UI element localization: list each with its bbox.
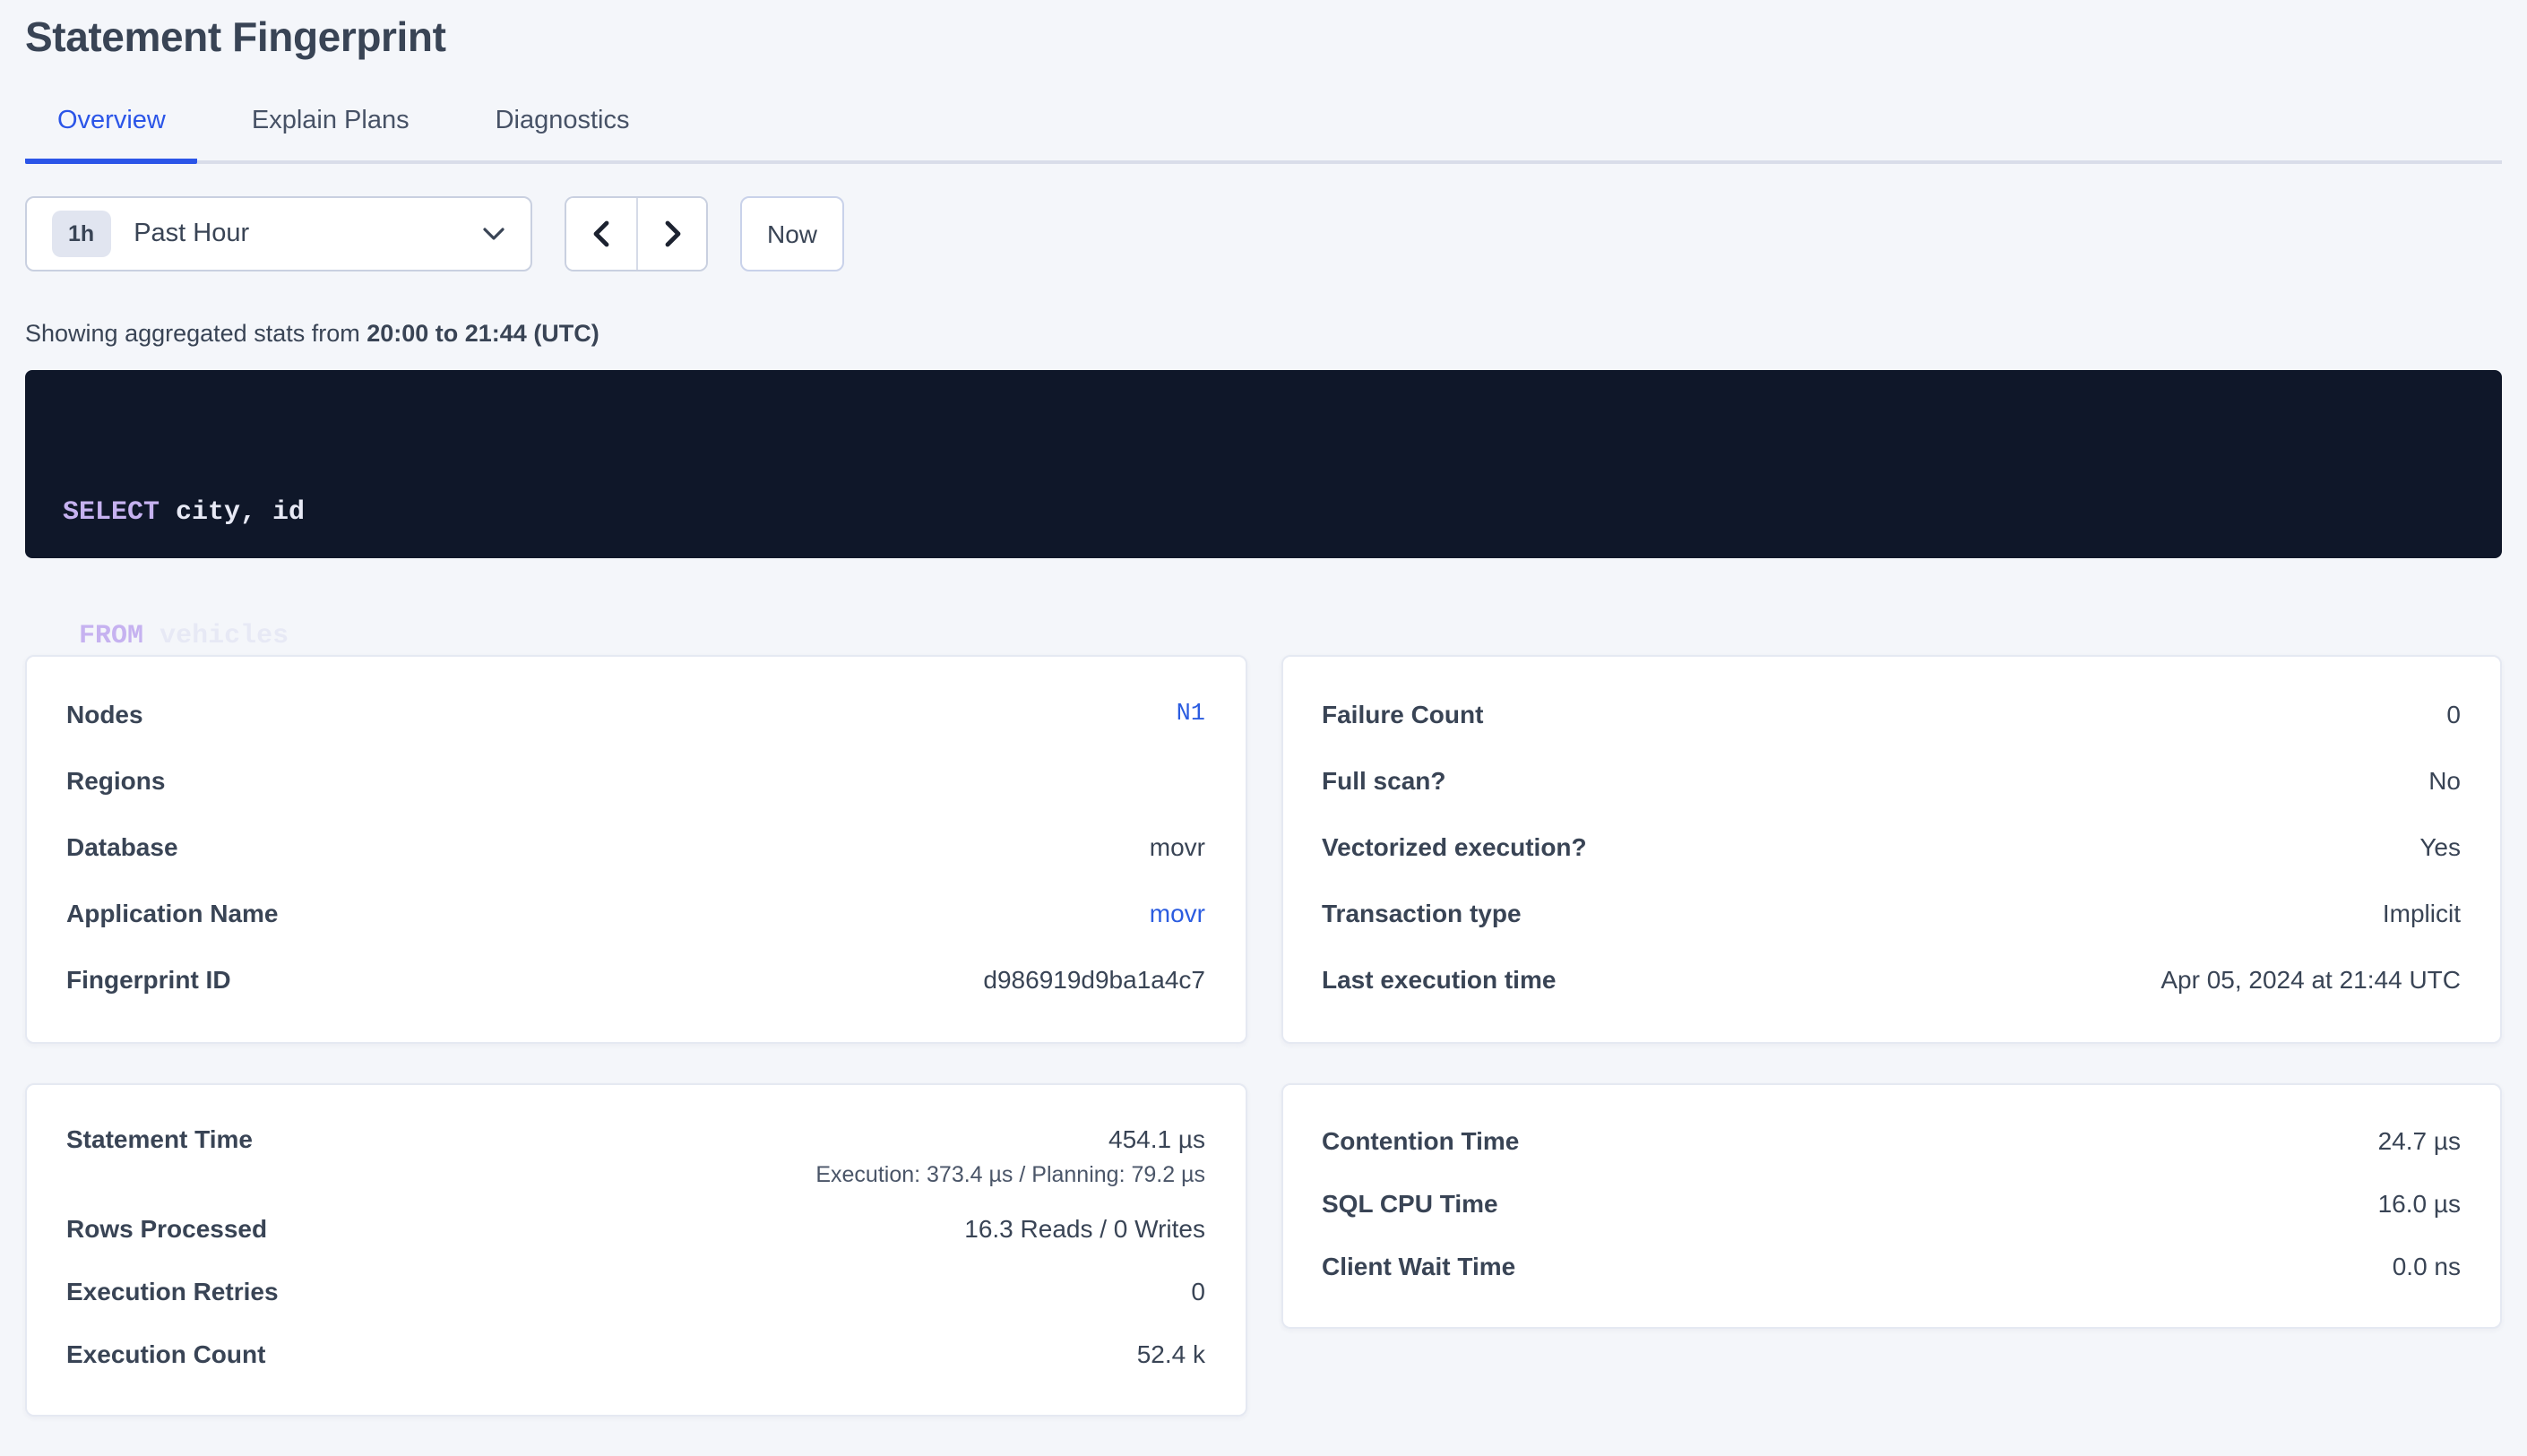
row-label: Regions	[66, 766, 165, 795]
table-row: Regions	[66, 747, 1205, 814]
row-label: Rows Processed	[66, 1214, 267, 1243]
next-interval-button[interactable]	[636, 197, 706, 269]
time-range-badge: 1h	[52, 210, 110, 256]
row-value: Yes	[2419, 832, 2461, 861]
time-range-dropdown[interactable]: 1h Past Hour	[25, 195, 532, 271]
row-label: Transaction type	[1322, 899, 1522, 927]
row-label: Last execution time	[1322, 965, 1556, 994]
table-row: SQL CPU Time 16.0 µs	[1322, 1172, 2461, 1235]
row-label: SQL CPU Time	[1322, 1189, 1498, 1218]
row-label: Contention Time	[1322, 1126, 1519, 1155]
row-value: Implicit	[2383, 899, 2461, 927]
card-timing-left: Statement Time 454.1 µs Execution: 373.4…	[25, 1082, 1246, 1416]
statement-time-breakdown: Execution: 373.4 µs / Planning: 79.2 µs	[815, 1161, 1205, 1186]
chevron-left-icon	[591, 219, 611, 247]
fingerprint-id-value: d986919d9ba1a4c7	[983, 965, 1205, 994]
card-overview-left: Nodes N1 Regions Database movr Applicati…	[25, 654, 1246, 1043]
table-row: Vectorized execution? Yes	[1322, 814, 2461, 880]
row-label: Nodes	[66, 700, 143, 728]
card-overview-right: Failure Count 0 Full scan? No Vectorized…	[1281, 654, 2502, 1043]
table-row: Execution Count 52.4 k	[66, 1322, 1205, 1385]
page-title: Statement Fingerprint	[25, 13, 2502, 62]
now-button[interactable]: Now	[740, 195, 844, 271]
chevron-down-icon	[482, 226, 505, 240]
prev-interval-button[interactable]	[566, 197, 636, 269]
row-value: movr	[1150, 832, 1205, 861]
row-value: 0	[2446, 700, 2461, 728]
table-row: Last execution time Apr 05, 2024 at 21:4…	[1322, 946, 2461, 1012]
sql-keyword: SELECT	[63, 496, 160, 527]
row-label: Statement Time	[66, 1124, 253, 1152]
table-row: Nodes N1	[66, 681, 1205, 747]
sql-line: FROM vehicles	[63, 615, 2464, 656]
tab-explain-plans[interactable]: Explain Plans	[220, 107, 442, 164]
row-value: 0	[1191, 1277, 1205, 1305]
table-row: Statement Time 454.1 µs Execution: 373.4…	[66, 1109, 1205, 1197]
row-value: 16.3 Reads / 0 Writes	[964, 1214, 1205, 1243]
row-value: 52.4 k	[1137, 1340, 1205, 1368]
row-value: 24.7 µs	[2378, 1126, 2461, 1155]
row-value: No	[2428, 766, 2461, 795]
tab-bar: Overview Explain Plans Diagnostics	[25, 107, 2502, 163]
statement-time-values: 454.1 µs Execution: 373.4 µs / Planning:…	[815, 1124, 1205, 1186]
row-label: Fingerprint ID	[66, 965, 231, 994]
row-value: 0.0 ns	[2393, 1252, 2461, 1280]
stats-cards-grid: Nodes N1 Regions Database movr Applicati…	[25, 654, 2502, 1416]
row-label: Vectorized execution?	[1322, 832, 1587, 861]
sql-line: SELECT city, id	[63, 491, 2464, 532]
node-link[interactable]: N1	[1177, 701, 1205, 728]
table-row: Application Name movr	[66, 880, 1205, 946]
row-label: Full scan?	[1322, 766, 1445, 795]
table-row: Database movr	[66, 814, 1205, 880]
table-row: Fingerprint ID d986919d9ba1a4c7	[66, 946, 1205, 1012]
time-interval-arrows	[565, 195, 708, 271]
row-label: Application Name	[66, 899, 279, 927]
time-range-label: Past Hour	[134, 219, 482, 247]
last-execution-time-value: Apr 05, 2024 at 21:44 UTC	[2160, 965, 2461, 994]
aggregated-stats-range: 20:00 to 21:44 (UTC)	[367, 319, 599, 346]
chevron-right-icon	[662, 219, 682, 247]
sql-keyword: FROM	[79, 620, 143, 650]
table-row: Full scan? No	[1322, 747, 2461, 814]
statement-fingerprint-page: Statement Fingerprint Overview Explain P…	[0, 13, 2527, 1416]
aggregated-stats-prefix: Showing aggregated stats from	[25, 319, 367, 346]
row-label: Failure Count	[1322, 700, 1483, 728]
table-row: Contention Time 24.7 µs	[1322, 1109, 2461, 1172]
table-row: Transaction type Implicit	[1322, 880, 2461, 946]
tab-diagnostics[interactable]: Diagnostics	[463, 107, 662, 164]
card-timing-right: Contention Time 24.7 µs SQL CPU Time 16.…	[1281, 1082, 2502, 1328]
row-value: 454.1 µs	[1108, 1124, 1205, 1152]
row-label: Execution Retries	[66, 1277, 279, 1305]
row-label: Execution Count	[66, 1340, 265, 1368]
app-name-link[interactable]: movr	[1150, 899, 1205, 927]
table-row: Rows Processed 16.3 Reads / 0 Writes	[66, 1197, 1205, 1260]
row-label: Database	[66, 832, 178, 861]
tab-overview[interactable]: Overview	[25, 107, 198, 164]
table-row: Failure Count 0	[1322, 681, 2461, 747]
row-value: 16.0 µs	[2378, 1189, 2461, 1218]
table-row: Execution Retries 0	[66, 1260, 1205, 1322]
sql-statement-box: SELECT city, id FROM vehicles WHERE city…	[25, 369, 2502, 557]
row-label: Client Wait Time	[1322, 1252, 1515, 1280]
table-row: Client Wait Time 0.0 ns	[1322, 1235, 2461, 1297]
aggregated-stats-text: Showing aggregated stats from 20:00 to 2…	[25, 319, 2502, 346]
time-controls: 1h Past Hour Now	[25, 195, 2502, 271]
